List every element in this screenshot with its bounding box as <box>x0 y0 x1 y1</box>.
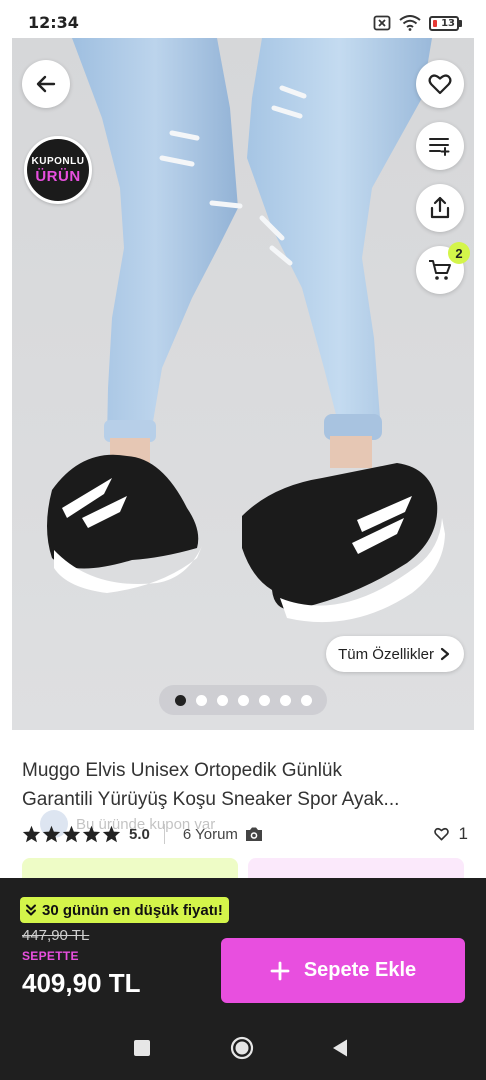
coupon-badge-line2: ÜRÜN <box>35 167 81 185</box>
share-button[interactable] <box>416 184 464 232</box>
star-icon <box>82 825 101 843</box>
divider <box>163 824 165 844</box>
home-button[interactable] <box>230 1036 254 1065</box>
product-title: Muggo Elvis Unisex Ortopedik Günlük Gara… <box>22 756 470 814</box>
chevron-right-icon <box>440 647 450 661</box>
cart-button[interactable]: 2 <box>416 242 470 294</box>
cart-icon <box>429 260 451 280</box>
product-photo <box>12 38 474 730</box>
back-nav-button[interactable] <box>331 1038 349 1063</box>
rating-row: 5.0 6 Yorum 1 <box>22 822 468 846</box>
product-image-gallery[interactable]: KUPONLU ÜRÜN 2 Tüm Özellikler <box>12 38 474 730</box>
wifi-icon <box>399 15 421 31</box>
reviews-link[interactable]: 6 Yorum <box>183 826 264 843</box>
plus-icon <box>270 961 290 980</box>
back-arrow-icon <box>36 75 56 93</box>
status-icons: 13 <box>373 14 462 32</box>
back-triangle-icon <box>333 1039 347 1057</box>
pagination-dot-1[interactable] <box>174 694 186 706</box>
add-to-list-icon <box>429 138 450 156</box>
lowest-price-label: 30 günün en düşük fiyatı! <box>42 901 223 919</box>
system-nav-bar <box>0 1010 486 1080</box>
favorite-button[interactable] <box>416 60 464 108</box>
pagination-dot-3[interactable] <box>216 694 228 706</box>
star-icon <box>42 825 61 843</box>
pagination-dot-5[interactable] <box>258 694 270 706</box>
reviews-label: 6 Yorum <box>182 825 238 843</box>
pagination-dot-6[interactable] <box>279 694 291 706</box>
notification-muted-icon <box>373 15 391 31</box>
share-icon <box>430 196 450 219</box>
all-features-label: Tüm Özellikler <box>338 645 434 663</box>
product-title-line1: Muggo Elvis Unisex Ortopedik Günlük <box>22 760 342 781</box>
all-features-button[interactable]: Tüm Özellikler <box>326 636 464 672</box>
cart-count-badge: 2 <box>448 242 470 264</box>
favorites-count[interactable]: 1 <box>433 824 468 844</box>
image-pagination <box>159 685 327 715</box>
heart-outline-icon <box>433 827 449 841</box>
star-icon <box>62 825 81 843</box>
star-icon <box>102 825 121 843</box>
recents-button[interactable] <box>133 1039 151 1062</box>
battery-icon: 13 <box>429 15 462 31</box>
recents-icon <box>134 1040 150 1056</box>
pagination-dot-7[interactable] <box>300 694 312 706</box>
add-to-list-button[interactable] <box>416 122 464 170</box>
camera-icon <box>245 827 262 841</box>
coupon-badge-line1: KUPONLU <box>31 155 85 167</box>
pagination-dot-4[interactable] <box>237 694 249 706</box>
status-time: 12:34 <box>28 13 79 32</box>
add-to-cart-label: Sepete Ekle <box>303 959 417 981</box>
rating-value: 5.0 <box>129 825 150 843</box>
double-chevron-down-icon <box>26 904 36 916</box>
in-cart-label: SEPETTE <box>22 949 79 963</box>
battery-level: 13 <box>441 17 455 29</box>
old-price: 447,90 TL <box>22 927 90 944</box>
status-bar: 12:34 13 <box>0 0 486 38</box>
rating-stars <box>22 825 121 843</box>
final-price: 409,90 TL <box>22 968 141 998</box>
add-to-cart-button[interactable]: Sepete Ekle <box>221 938 465 1003</box>
back-button[interactable] <box>22 60 70 108</box>
lowest-price-badge: 30 günün en düşük fiyatı! <box>20 897 229 923</box>
coupon-badge: KUPONLU ÜRÜN <box>24 136 92 204</box>
favorites-count-value: 1 <box>458 824 468 843</box>
home-icon <box>230 1036 254 1060</box>
pagination-dot-2[interactable] <box>195 694 207 706</box>
star-icon <box>22 825 41 843</box>
heart-icon <box>428 74 452 95</box>
purchase-bar: 30 günün en düşük fiyatı! 447,90 TL SEPE… <box>0 878 486 1010</box>
